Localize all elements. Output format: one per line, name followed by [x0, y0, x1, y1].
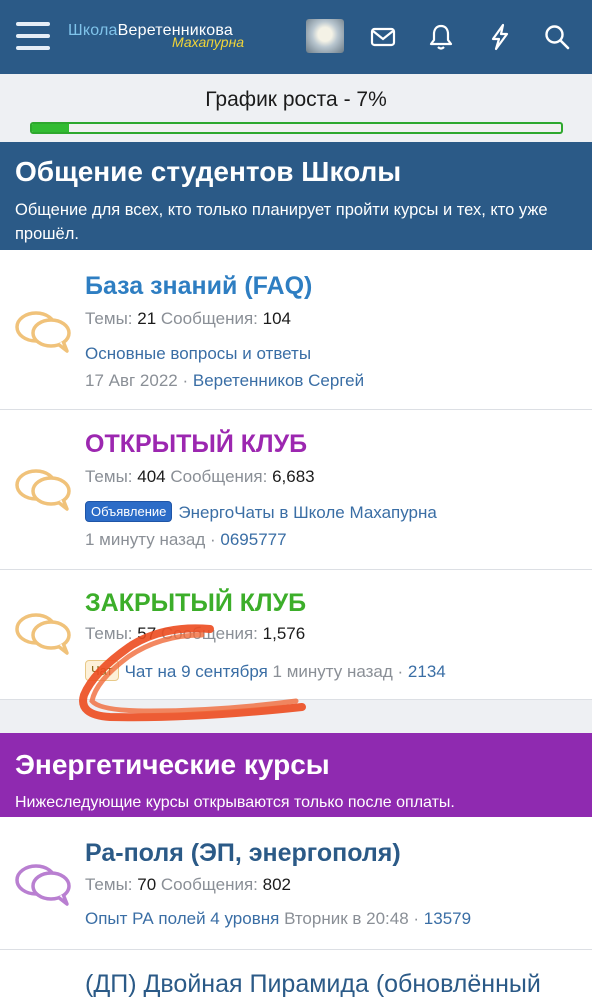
forum-node-closed-club[interactable]: ЗАКРЫТЫЙ КЛУБ Темы: 57 Сообщения: 1,576 …	[0, 570, 592, 700]
chat-bubbles-icon	[14, 308, 72, 354]
category-description: Нижеследующие курсы открываются только п…	[15, 794, 455, 811]
chat-prefix-badge: Чат	[85, 660, 119, 681]
forum-title[interactable]: Ра-поля (ЭП, энергополя)	[85, 839, 401, 868]
lightning-icon[interactable]	[485, 22, 515, 52]
last-thread-link[interactable]: Объявление ЭнергоЧаты в Школе Махапурна	[85, 501, 437, 523]
announcement-prefix-badge: Объявление	[85, 501, 173, 522]
last-post-user[interactable]: 2134	[408, 662, 446, 681]
forum-stats: Темы: 57 Сообщения: 1,576	[85, 624, 306, 643]
forum-node-knowledge-base[interactable]: База знаний (FAQ) Темы: 21 Сообщения: 10…	[0, 250, 592, 410]
forum-title[interactable]: База знаний (FAQ)	[85, 272, 312, 301]
last-thread-link[interactable]: Основные вопросы и ответы	[85, 344, 311, 364]
search-icon[interactable]	[542, 22, 572, 52]
forum-title[interactable]: (ДП) Двойная Пирамида (обновлённый	[85, 970, 541, 999]
category-title[interactable]: Энергетические курсы	[15, 749, 577, 781]
chat-bubbles-icon	[14, 610, 72, 656]
last-post-user[interactable]: Веретенников Сергей	[193, 371, 364, 390]
forum-stats: Темы: 70 Сообщения: 802	[85, 875, 292, 894]
progress-label: График роста - 7%	[205, 88, 387, 111]
forum-node-ra-fields[interactable]: Ра-поля (ЭП, энергополя) Темы: 70 Сообще…	[0, 817, 592, 950]
forum-node-open-club[interactable]: ОТКРЫТЫЙ КЛУБ Темы: 404 Сообщения: 6,683…	[0, 410, 592, 570]
last-post-user[interactable]: 0695777	[220, 530, 286, 549]
mail-icon[interactable]	[368, 22, 398, 52]
menu-icon[interactable]	[16, 22, 50, 50]
logo-text-part1: Школа	[68, 22, 118, 39]
category-title[interactable]: Общение студентов Школы	[15, 156, 577, 188]
growth-progress: График роста - 7%	[0, 74, 592, 142]
forum-node-double-pyramid[interactable]: (ДП) Двойная Пирамида (обновлённый	[0, 950, 592, 1000]
top-navigation-bar: ШколаВеретенникова Махапурна	[0, 0, 592, 74]
last-post-meta: 1 минуту назад · 0695777	[85, 530, 287, 549]
bell-icon[interactable]	[426, 22, 456, 52]
forum-stats: Темы: 404 Сообщения: 6,683	[85, 467, 315, 486]
site-logo[interactable]: ШколаВеретенникова Махапурна	[68, 22, 298, 52]
progress-bar	[30, 122, 563, 134]
category-header-student-communication[interactable]: Общение студентов Школы Общение для всех…	[0, 142, 592, 250]
forum-stats: Темы: 21 Сообщения: 104	[85, 309, 292, 328]
forum-title[interactable]: ОТКРЫТЫЙ КЛУБ	[85, 430, 307, 459]
category-description: Общение для всех, кто только планирует п…	[15, 201, 548, 243]
last-post-user[interactable]: 13579	[424, 909, 471, 928]
last-thread-link[interactable]: Чат Чат на 9 сентября 1 минуту назад · 21…	[85, 660, 446, 682]
category-header-energy-courses[interactable]: Энергетические курсы Нижеследующие курсы…	[0, 733, 592, 817]
forum-title[interactable]: ЗАКРЫТЫЙ КЛУБ	[85, 589, 306, 618]
logo-subtitle: Махапурна	[172, 34, 245, 50]
last-thread-link[interactable]: Опыт РА полей 4 уровня Вторник в 20:48 ·…	[85, 909, 471, 929]
chat-bubbles-icon	[14, 466, 72, 512]
avatar[interactable]	[306, 19, 344, 53]
chat-bubbles-icon	[14, 861, 72, 907]
last-post-meta: 17 Авг 2022 · Веретенников Сергей	[85, 371, 365, 390]
section-spacer	[0, 700, 592, 733]
progress-bar-fill	[32, 124, 70, 132]
